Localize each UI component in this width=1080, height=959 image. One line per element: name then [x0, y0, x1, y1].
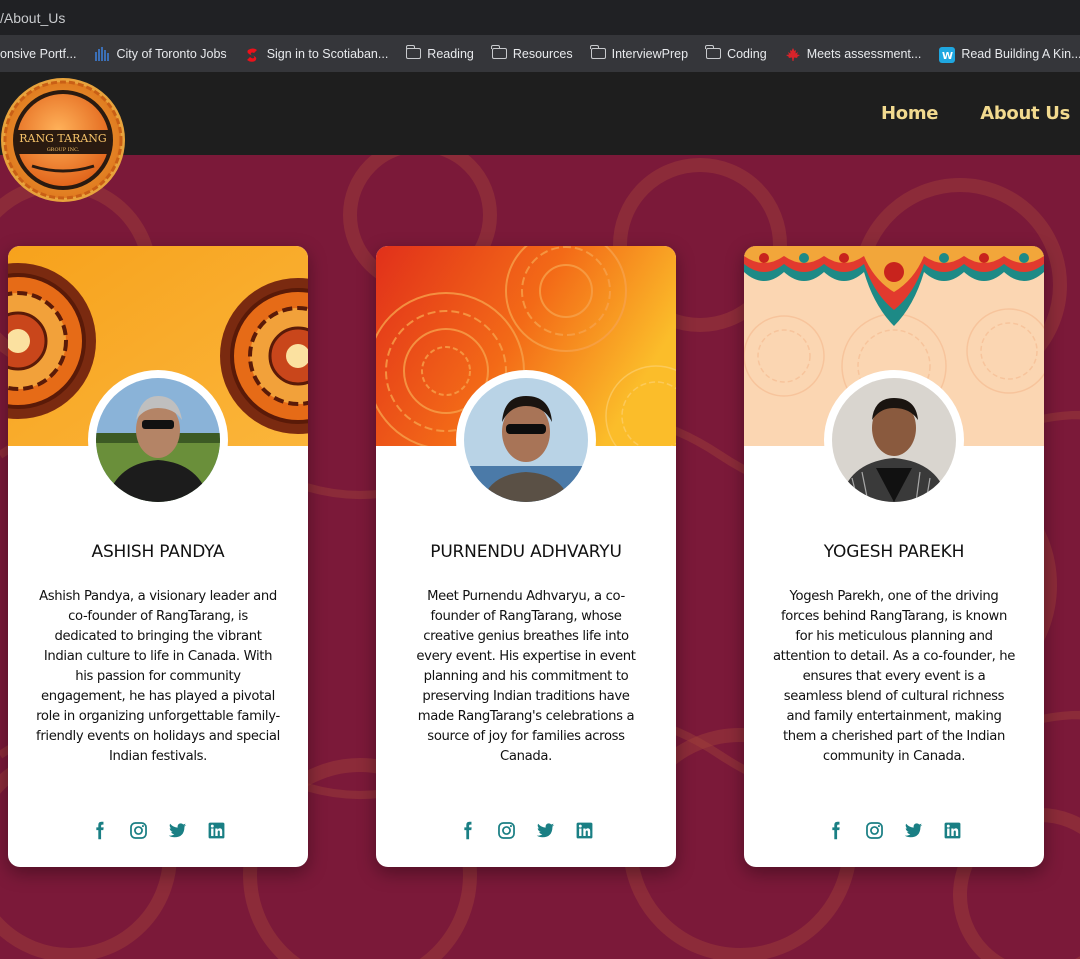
avatar-frame — [88, 370, 228, 510]
bookmark-label: Sign in to Scotiaban... — [266, 46, 389, 61]
rang-tarang-logo[interactable]: RANG TARANG GROUP INC. — [0, 76, 128, 204]
avatar-purnendu — [464, 378, 588, 502]
twitter-icon[interactable] — [167, 820, 188, 841]
main-nav: Home About Us — [881, 72, 1070, 155]
team-member-name: PURNENDU ADHVARYU — [430, 542, 622, 562]
webtoon-icon: W — [939, 46, 956, 63]
team-member-bio: Ashish Pandya, a visionary leader and co… — [36, 589, 280, 764]
linkedin-icon[interactable] — [574, 820, 595, 841]
bookmark-folder-resources[interactable]: Resources — [483, 45, 582, 61]
bookmark-city-toronto[interactable]: City of Toronto Jobs — [85, 46, 235, 61]
facebook-icon[interactable] — [89, 820, 110, 841]
maple-leaf-icon — [785, 47, 801, 61]
avatar-yogesh — [832, 378, 956, 502]
folder-icon — [590, 45, 606, 59]
scotiabank-icon — [245, 47, 261, 62]
avatar-ashish — [96, 378, 220, 502]
bookmark-label: Reading — [427, 46, 474, 61]
bookmark-label: City of Toronto Jobs — [116, 46, 227, 61]
bookmark-label: Meets assessment... — [806, 46, 922, 61]
logo-subtitle: GROUP INC. — [47, 147, 80, 153]
folder-icon — [491, 45, 507, 59]
avatar-frame — [824, 370, 964, 510]
bookmark-label: Read Building A Kin... — [961, 46, 1080, 61]
nav-home-link[interactable]: Home — [881, 103, 939, 124]
bookmark-label: onsive Portf... — [0, 46, 77, 61]
facebook-icon[interactable] — [457, 820, 478, 841]
logo-title: RANG TARANG — [19, 132, 106, 145]
folder-icon — [705, 45, 722, 59]
team-member-bio: Yogesh Parekh, one of the driving forces… — [772, 589, 1016, 764]
twitter-icon[interactable] — [903, 820, 924, 841]
bookmark-label: Coding — [727, 46, 767, 61]
team-member-bio: Meet Purnendu Adhvaryu, a co-founder of … — [416, 589, 636, 764]
bookmark-folder-interviewprep[interactable]: InterviewPrep — [582, 45, 697, 61]
social-links — [8, 820, 308, 841]
team-card-ashish: ASHISH PANDYA Ashish Pandya, a visionary… — [8, 246, 308, 867]
bookmark-meets-assessment[interactable]: Meets assessment... — [776, 47, 931, 61]
social-links — [376, 820, 676, 841]
linkedin-icon[interactable] — [206, 820, 227, 841]
facebook-icon[interactable] — [825, 820, 846, 841]
team-member-name: YOGESH PAREKH — [823, 542, 965, 562]
instagram-icon[interactable] — [496, 820, 517, 841]
bookmark-scotiabank[interactable]: Sign in to Scotiaban... — [236, 46, 398, 62]
bookmark-portfolio[interactable]: onsive Portf... — [0, 47, 85, 61]
bookmark-label: Resources — [512, 46, 573, 61]
instagram-icon[interactable] — [128, 820, 149, 841]
url-text: /About_Us — [0, 10, 66, 26]
instagram-icon[interactable] — [864, 820, 885, 841]
address-bar[interactable]: /About_Us — [0, 0, 1080, 35]
svg-text:W: W — [942, 51, 953, 62]
folder-icon — [405, 45, 422, 59]
team-member-name: ASHISH PANDYA — [91, 542, 225, 562]
twitter-icon[interactable] — [535, 820, 556, 841]
bookmark-folder-coding[interactable]: Coding — [697, 45, 776, 61]
bookmark-read-building[interactable]: W Read Building A Kin... — [930, 46, 1080, 63]
team-card-yogesh: YOGESH PAREKH Yogesh Parekh, one of the … — [744, 246, 1044, 867]
bookmarks-bar: onsive Portf... City of Toronto Jobs Sig… — [0, 35, 1080, 72]
avatar-frame — [456, 370, 596, 510]
bookmark-folder-reading[interactable]: Reading — [397, 45, 483, 61]
nav-about-us-link[interactable]: About Us — [980, 103, 1070, 124]
bookmark-label: InterviewPrep — [611, 46, 689, 61]
site-header: Home About Us — [0, 72, 1080, 155]
city-toronto-icon — [94, 46, 110, 61]
team-card-purnendu: PURNENDU ADHVARYU Meet Purnendu Adhvaryu… — [376, 246, 676, 867]
social-links — [744, 820, 1044, 841]
linkedin-icon[interactable] — [942, 820, 963, 841]
